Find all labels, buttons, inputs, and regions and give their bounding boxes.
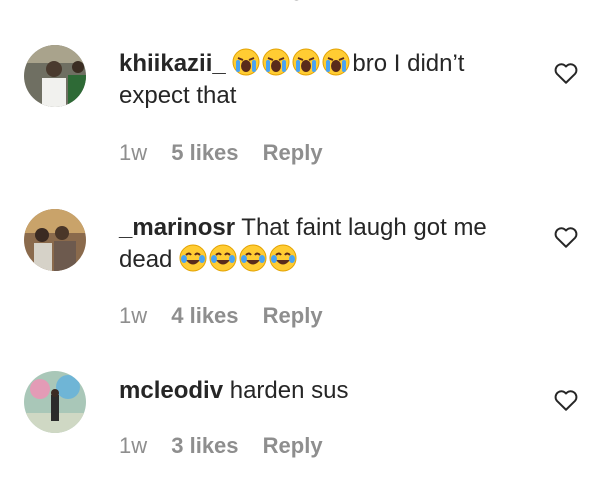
comment-text-continued: expect that bbox=[119, 82, 237, 109]
comment-username[interactable]: mcleodiv bbox=[119, 377, 223, 404]
avatar[interactable] bbox=[24, 371, 86, 433]
comment-username[interactable]: _marinosr bbox=[119, 214, 235, 241]
reply-button[interactable]: Reply bbox=[263, 303, 323, 328]
comment-likes-count[interactable]: 4 likes bbox=[171, 303, 238, 328]
comment-username[interactable]: khiikazii_ bbox=[119, 50, 226, 77]
comment-likes-count[interactable]: 5 likes bbox=[171, 140, 238, 165]
tears-of-joy-face-icon bbox=[209, 244, 237, 272]
loudly-crying-face-icon bbox=[262, 48, 290, 76]
comment-timestamp[interactable]: 1w bbox=[119, 433, 147, 458]
loudly-crying-emoji-group bbox=[232, 48, 352, 77]
tears-of-joy-face-icon bbox=[269, 244, 297, 272]
comment-timestamp[interactable]: 1w bbox=[119, 140, 147, 165]
avatar[interactable] bbox=[24, 45, 86, 107]
tears-of-joy-emoji-group bbox=[179, 244, 299, 273]
heart-outline-icon[interactable] bbox=[553, 224, 579, 250]
reply-button[interactable]: Reply bbox=[263, 433, 323, 458]
comment-text-continued: dead bbox=[119, 246, 173, 273]
loudly-crying-face-icon bbox=[292, 48, 320, 76]
comment-text: That faint laugh got me bbox=[241, 214, 487, 241]
loudly-crying-face-icon bbox=[232, 48, 260, 76]
tears-of-joy-face-icon bbox=[239, 244, 267, 272]
reply-button[interactable]: Reply bbox=[263, 140, 323, 165]
loudly-crying-face-icon bbox=[322, 48, 350, 76]
heart-outline-icon[interactable] bbox=[553, 387, 579, 413]
comment-text: harden sus bbox=[229, 377, 349, 404]
scroll-indicator-dot bbox=[294, 0, 299, 1]
heart-outline-icon[interactable] bbox=[553, 60, 579, 86]
comment-timestamp[interactable]: 1w bbox=[119, 303, 147, 328]
tears-of-joy-face-icon bbox=[179, 244, 207, 272]
avatar[interactable] bbox=[24, 209, 86, 271]
comment-likes-count[interactable]: 3 likes bbox=[171, 433, 238, 458]
comment-text: bro I didn’t bbox=[352, 50, 465, 77]
